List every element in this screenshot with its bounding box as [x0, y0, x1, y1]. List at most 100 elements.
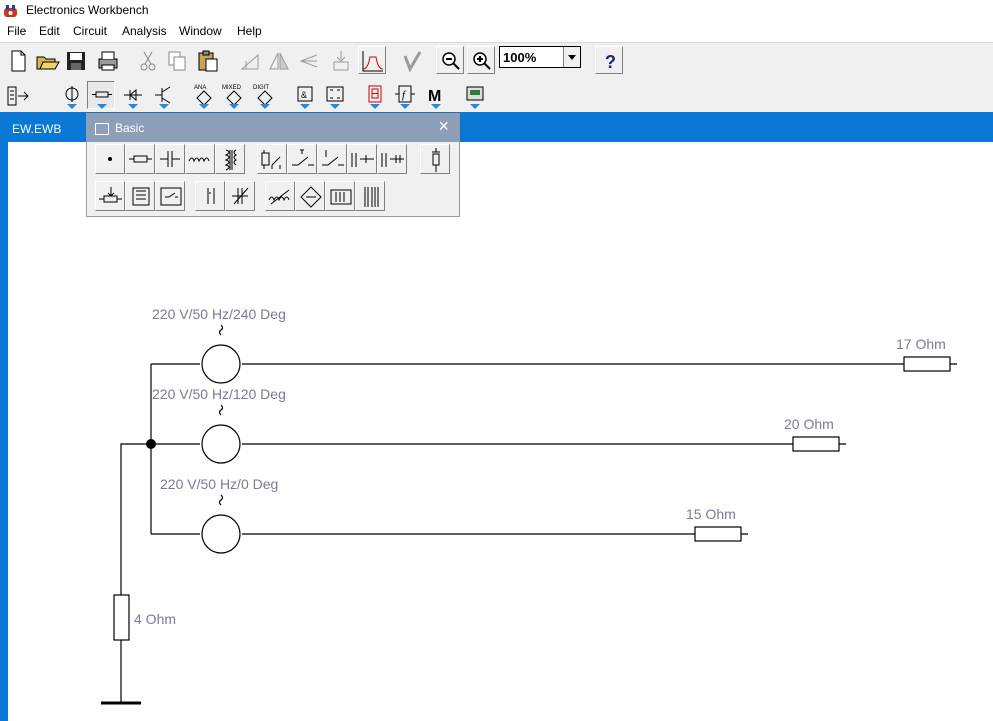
component-properties-button[interactable] [397, 46, 425, 74]
parts-bin-toolbar: ANA MIXED DIGIT & f M [0, 78, 993, 112]
print-button[interactable] [93, 46, 121, 74]
svg-text:&: & [301, 90, 307, 100]
current-controlled-switch-button[interactable] [377, 144, 407, 174]
document-tab[interactable]: EW.EWB [12, 122, 61, 136]
resistor-icon [129, 155, 152, 163]
new-file-icon [11, 50, 26, 72]
resistor-pack-button[interactable] [125, 181, 155, 211]
polarized-capacitor-button[interactable] [195, 181, 225, 211]
mixed-ics-bin-button[interactable]: MIXED [219, 81, 247, 109]
voltage-controlled-switch-button[interactable] [347, 144, 377, 174]
transformer-icon [224, 149, 237, 171]
menu-edit[interactable]: Edit [39, 24, 60, 38]
indicators-bin-button[interactable] [360, 81, 388, 109]
time-delay-switch-icon [322, 150, 344, 166]
instruments-bin-button[interactable] [460, 81, 488, 109]
rotate-button[interactable] [235, 46, 263, 74]
resistor-button[interactable] [125, 144, 155, 174]
menu-analysis[interactable]: Analysis [122, 24, 167, 38]
variable-inductor-icon [268, 189, 290, 205]
current-controlled-switch-icon [381, 153, 404, 167]
menu-window[interactable]: Window [179, 24, 222, 38]
menu-help[interactable]: Help [237, 24, 262, 38]
scissors-icon [140, 51, 156, 71]
switch-icon [292, 149, 314, 166]
window-title: Electronics Workbench [26, 3, 149, 17]
analog-ics-bin-button[interactable]: ANA [189, 81, 217, 109]
favorites-bin-icon [7, 86, 29, 106]
new-file-button[interactable] [3, 46, 31, 74]
pull-up-resistor-icon [432, 148, 440, 172]
zoom-in-icon [473, 52, 491, 70]
chevron-down-icon[interactable] [563, 47, 580, 67]
zoom-select[interactable]: 100% [499, 46, 581, 68]
title-bar: Electronics Workbench [0, 0, 993, 21]
nonlinear-transformer-icon [364, 187, 379, 207]
cut-button[interactable] [133, 46, 161, 74]
schematic-canvas[interactable] [8, 142, 993, 721]
relay-button[interactable] [257, 144, 287, 174]
subcircuit-button[interactable] [326, 46, 354, 74]
logic-gates-bin-button[interactable]: & [290, 81, 318, 109]
main-toolbar: 100% ? [0, 42, 993, 79]
potentiometer-button[interactable] [95, 181, 125, 211]
help-button[interactable]: ? [595, 46, 623, 74]
component-properties-icon [403, 51, 422, 73]
zoom-out-icon [442, 52, 460, 70]
zoom-out-button[interactable] [436, 46, 464, 74]
inductor-button[interactable] [185, 144, 215, 174]
sources-bin-button[interactable] [57, 81, 85, 109]
digital-bin-button[interactable] [320, 81, 348, 109]
copy-icon [168, 51, 186, 71]
pull-up-resistor-button[interactable] [420, 144, 450, 174]
digital-ics-bin-button[interactable]: DIGIT [250, 81, 278, 109]
transistors-bin-button[interactable] [149, 81, 177, 109]
polarized-capacitor-icon [207, 188, 215, 204]
connector-button[interactable] [95, 144, 125, 174]
flip-horizontal-button[interactable] [264, 46, 292, 74]
connector-icon [108, 157, 112, 161]
save-disk-icon [67, 52, 85, 70]
coreless-coil-button[interactable] [295, 181, 325, 211]
switch-button[interactable] [287, 144, 317, 174]
graph-button[interactable] [358, 46, 386, 74]
help-question-icon: ? [605, 52, 616, 72]
flip-horizontal-icon [269, 52, 289, 70]
palette-window-icon [95, 123, 109, 135]
diodes-bin-button[interactable] [118, 81, 146, 109]
basic-bin-button[interactable] [87, 81, 115, 109]
paste-button[interactable] [193, 46, 221, 74]
open-button[interactable] [32, 46, 60, 74]
flip-vertical-icon [299, 54, 318, 68]
svg-text:f: f [402, 89, 407, 101]
variable-capacitor-button[interactable] [225, 181, 255, 211]
menu-circuit[interactable]: Circuit [73, 24, 107, 38]
miscellaneous-bin-button[interactable]: M [421, 81, 449, 109]
svg-text:M: M [428, 88, 441, 105]
svg-text:MIXED: MIXED [222, 85, 242, 91]
time-delay-switch-button[interactable] [317, 144, 347, 174]
open-folder-icon [36, 56, 60, 70]
palette-title-bar[interactable]: Basic × [87, 114, 459, 142]
zoom-in-button[interactable] [467, 46, 495, 74]
transformer-button[interactable] [215, 144, 245, 174]
copy-button[interactable] [162, 46, 190, 74]
app-logo-icon [4, 5, 17, 17]
voltage-controlled-switch-icon [351, 153, 374, 167]
svg-text:DIGIT: DIGIT [253, 85, 269, 91]
nonlinear-transformer-button[interactable] [355, 181, 385, 211]
svg-text:?: ? [605, 52, 616, 72]
analog-switch-button[interactable] [155, 181, 185, 211]
favorites-bin-button[interactable] [3, 81, 31, 109]
close-icon[interactable]: × [438, 116, 449, 137]
variable-inductor-button[interactable] [265, 181, 295, 211]
save-button[interactable] [61, 46, 89, 74]
palette-title: Basic [115, 121, 145, 135]
controls-bin-button[interactable]: f [390, 81, 418, 109]
paste-clipboard-icon [198, 50, 218, 72]
capacitor-button[interactable] [155, 144, 185, 174]
flip-vertical-button[interactable] [294, 46, 322, 74]
magnetic-core-button[interactable] [325, 181, 355, 211]
menu-file[interactable]: File [7, 24, 26, 38]
subcircuit-icon [333, 51, 349, 71]
